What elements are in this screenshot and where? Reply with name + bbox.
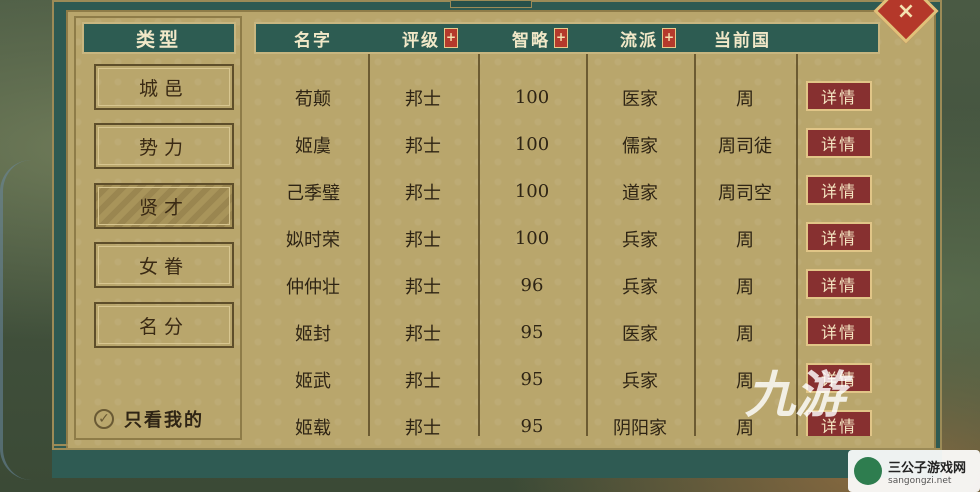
cell-rank: 邦士	[405, 182, 441, 204]
category-cities-button[interactable]: 城邑	[94, 64, 234, 110]
cell-name: 姬载	[295, 417, 331, 437]
check-icon: ✓	[94, 409, 114, 429]
cell-state: 周司空	[718, 182, 772, 204]
cell-name: 己季璧	[286, 182, 340, 204]
cell-state: 周	[736, 276, 754, 298]
only-mine-label: 只看我的	[124, 410, 204, 431]
cell-state: 周	[736, 229, 754, 251]
cell-rank: 邦士	[405, 229, 441, 251]
column-school-label: 流派	[620, 30, 658, 51]
cell-rank: 邦士	[405, 135, 441, 157]
dialog-top-tab	[450, 0, 532, 8]
detail-button[interactable]: 详情	[806, 222, 872, 252]
cell-name: 姒时荣	[286, 229, 340, 251]
site-logo-icon	[854, 457, 882, 485]
sort-rank-icon[interactable]: +	[444, 28, 458, 48]
frame-corner-ornament	[52, 430, 68, 446]
cell-name: 姬武	[295, 370, 331, 392]
table-row[interactable]: 己季璧 邦士 100 道家 周司空 详情	[258, 168, 882, 215]
cell-name: 仲仲壮	[286, 276, 340, 298]
cell-state: 周	[736, 88, 754, 110]
category-talents-button[interactable]: 贤才	[94, 183, 234, 229]
cell-wisdom: 100	[514, 87, 550, 108]
sort-school-icon[interactable]: +	[662, 28, 676, 48]
table-header: 名字 评级 + 智略 + 流派 + 当前国	[254, 22, 880, 54]
watermark-text: 九游	[745, 366, 845, 424]
table-row[interactable]: 仲仲壮 邦士 96 兵家 周 详情	[258, 262, 882, 309]
category-titles-button[interactable]: 名分	[94, 302, 234, 348]
cell-name: 荀颠	[295, 88, 331, 110]
site-watermark: 三公子游戏网 sangongzi.net	[848, 450, 980, 492]
column-rank: 评级 +	[402, 24, 458, 52]
cell-school: 医家	[622, 88, 658, 110]
cell-wisdom: 95	[520, 322, 544, 343]
cell-wisdom: 100	[514, 134, 550, 155]
cell-wisdom: 100	[514, 228, 550, 249]
table-row[interactable]: 姬虞 邦士 100 儒家 周司徒 详情	[258, 121, 882, 168]
cell-state: 周	[736, 323, 754, 345]
close-icon: ×	[896, 0, 916, 24]
detail-button[interactable]: 详情	[806, 175, 872, 205]
cell-school: 兵家	[622, 276, 658, 298]
cell-rank: 邦士	[405, 276, 441, 298]
column-name: 名字	[294, 30, 332, 51]
table-row[interactable]: 姒时荣 邦士 100 兵家 周 详情	[258, 215, 882, 262]
detail-button[interactable]: 详情	[806, 269, 872, 299]
category-women-button[interactable]: 女眷	[94, 242, 234, 288]
table-row[interactable]: 姬封 邦士 95 医家 周 详情	[258, 309, 882, 356]
cell-school: 儒家	[622, 135, 658, 157]
sort-wisdom-icon[interactable]: +	[554, 28, 568, 48]
site-name: 三公子游戏网	[888, 460, 967, 476]
column-wisdom-label: 智略	[512, 30, 550, 51]
cell-school: 兵家	[622, 229, 658, 251]
column-rank-label: 评级	[402, 30, 440, 51]
column-state: 当前国	[714, 30, 771, 51]
detail-button[interactable]: 详情	[806, 128, 872, 158]
cell-rank: 邦士	[405, 323, 441, 345]
category-factions-button[interactable]: 势力	[94, 123, 234, 169]
column-school: 流派 +	[620, 24, 676, 52]
cell-rank: 邦士	[405, 417, 441, 437]
cell-school: 兵家	[622, 370, 658, 392]
detail-button[interactable]: 详情	[806, 316, 872, 346]
column-wisdom: 智略 +	[512, 24, 568, 52]
only-mine-toggle[interactable]: ✓ 只看我的	[94, 402, 242, 436]
site-url: sangongzi.net	[888, 475, 952, 486]
cell-wisdom: 100	[514, 181, 550, 202]
cell-wisdom: 95	[520, 416, 544, 436]
dialog-bottom-band	[52, 448, 942, 478]
cell-school: 道家	[622, 182, 658, 204]
cell-rank: 邦士	[405, 88, 441, 110]
cell-school: 阴阳家	[613, 417, 667, 437]
table-row[interactable]: 荀颠 邦士 100 医家 周 详情	[258, 74, 882, 121]
detail-button[interactable]: 详情	[806, 81, 872, 111]
table-row[interactable]: 详情	[258, 54, 882, 63]
cell-wisdom: 95	[520, 369, 544, 390]
cell-wisdom: 96	[520, 275, 544, 296]
cell-name: 姬封	[295, 323, 331, 345]
cell-school: 医家	[622, 323, 658, 345]
category-sidebar: 类型 城邑 势力 贤才 女眷 名分 ✓ 只看我的	[74, 16, 242, 440]
category-header: 类型	[82, 22, 236, 54]
cell-state: 周司徒	[718, 135, 772, 157]
cell-rank: 邦士	[405, 370, 441, 392]
cell-name: 姬虞	[295, 135, 331, 157]
